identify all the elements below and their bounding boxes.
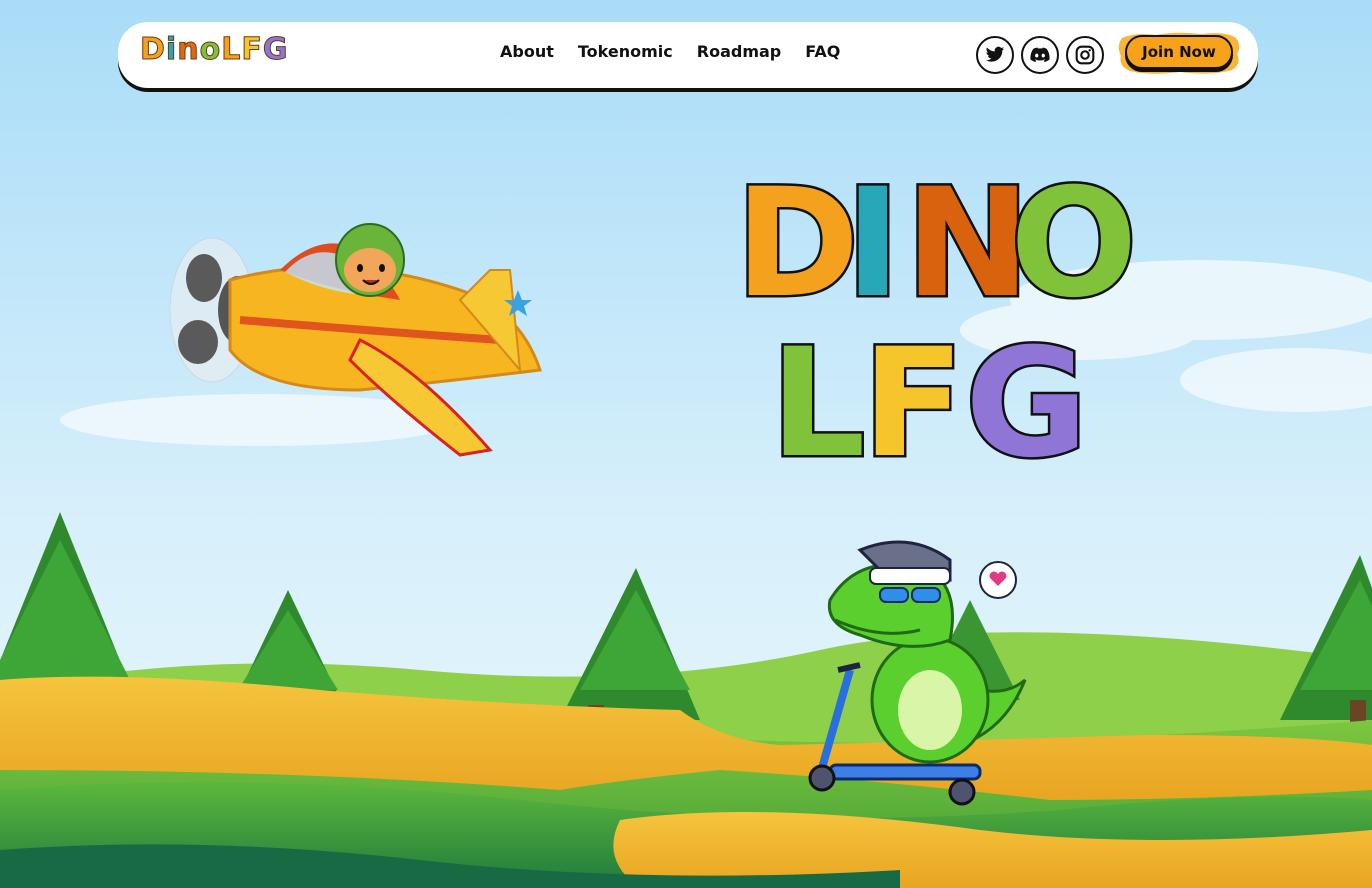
discord-icon	[1030, 47, 1050, 63]
nav-roadmap[interactable]: Roadmap	[697, 42, 781, 61]
dino-on-scooter	[808, 540, 1027, 806]
nav-links: About Tokenomic Roadmap FAQ	[500, 42, 840, 61]
nav-tokenomic[interactable]: Tokenomic	[578, 42, 673, 61]
logo-letter: i	[165, 32, 178, 68]
instagram-icon	[1075, 45, 1095, 65]
logo-letter: D	[140, 32, 166, 68]
logo-letter: L	[221, 32, 242, 68]
instagram-button[interactable]	[1066, 36, 1104, 74]
logo-letter: n	[177, 32, 200, 68]
twitter-button[interactable]	[976, 36, 1014, 74]
twitter-icon	[985, 46, 1005, 62]
logo-letter: o	[199, 32, 222, 68]
top-navbar: DinoLFG About Tokenomic Roadmap FAQ Join…	[118, 22, 1258, 88]
join-now-button[interactable]: Join Now	[1116, 30, 1242, 76]
dog-pilot-airplane	[169, 223, 543, 457]
nav-faq[interactable]: FAQ	[805, 42, 840, 61]
nav-about[interactable]: About	[500, 42, 554, 61]
discord-button[interactable]	[1021, 36, 1059, 74]
brand-logo[interactable]: DinoLFG	[140, 32, 289, 68]
logo-letter: G	[262, 32, 289, 68]
logo-letter: F	[241, 32, 263, 68]
join-now-label: Join Now	[1125, 35, 1233, 69]
